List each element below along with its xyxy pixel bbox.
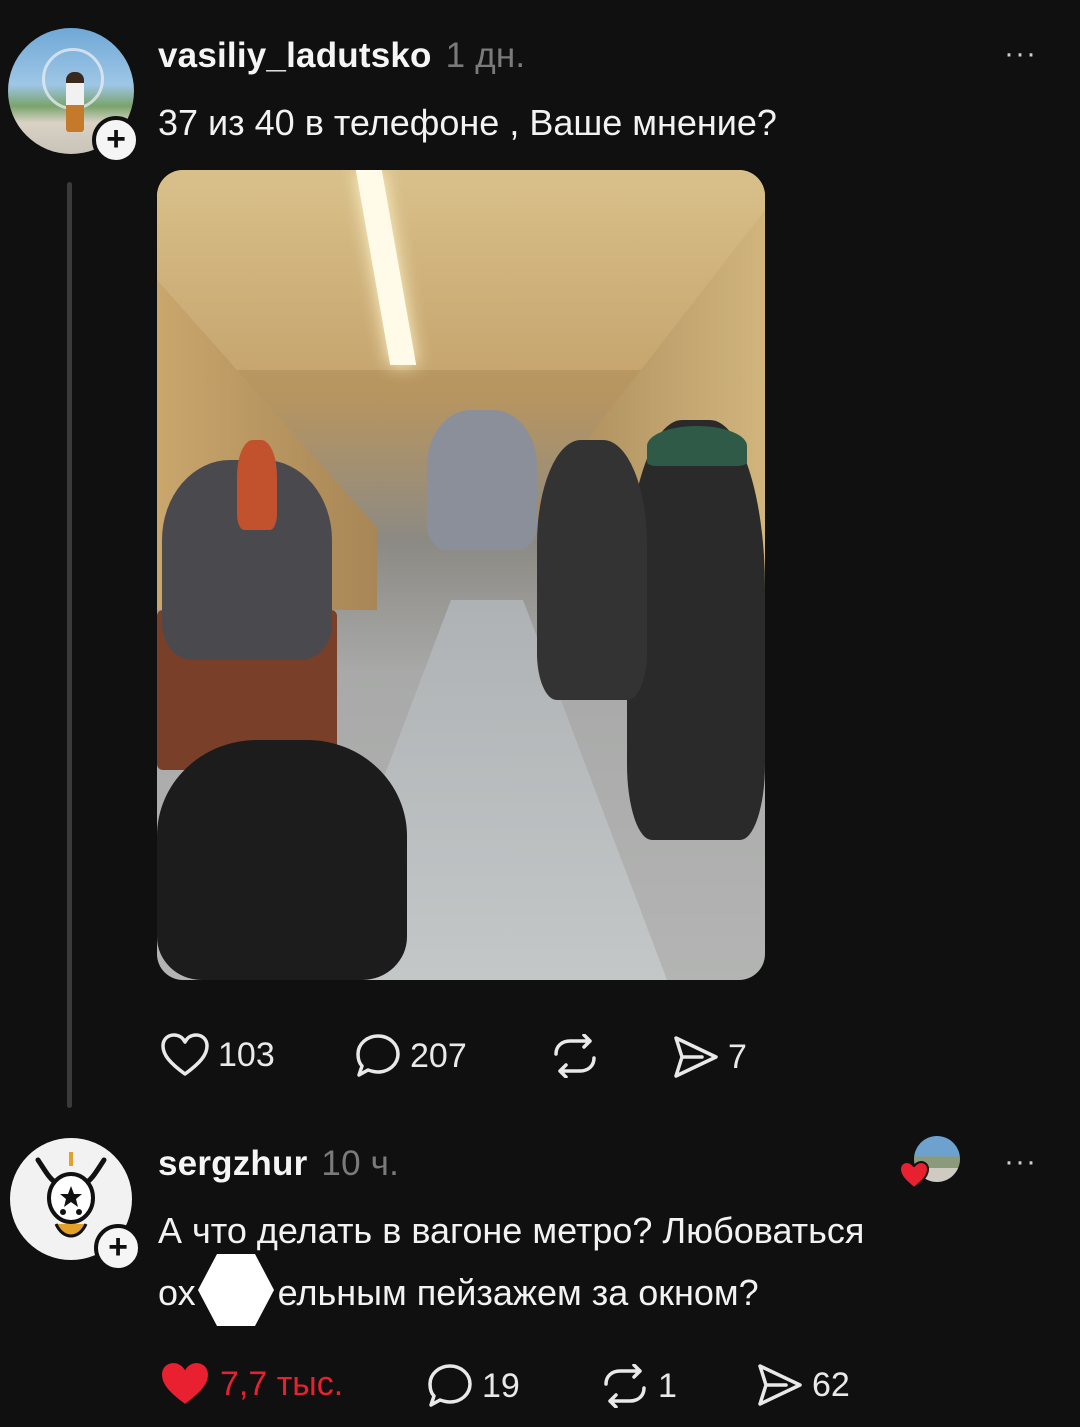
reply-text-prefix: ох: [158, 1272, 196, 1313]
reply-share-button[interactable]: 62: [756, 1362, 850, 1408]
reply-comment-count: 19: [482, 1366, 520, 1405]
comment-icon: [356, 1034, 400, 1077]
reply-like-button[interactable]: 7,7 тыс.: [158, 1360, 343, 1408]
post-username[interactable]: vasiliy_ladutsko: [158, 36, 432, 75]
post-share-count: 7: [728, 1037, 747, 1076]
post-photo[interactable]: [157, 170, 765, 980]
repost-icon: [604, 1364, 646, 1408]
post-comment-count: 207: [410, 1036, 467, 1075]
post-like-button[interactable]: 103: [160, 1032, 275, 1078]
post-more-icon[interactable]: ···: [1004, 39, 1037, 69]
reply-text-line1: А что делать в вагоне метро? Любоваться: [158, 1210, 865, 1251]
reply-more-icon[interactable]: ···: [1004, 1147, 1037, 1177]
comment-icon: [428, 1364, 472, 1407]
post-repost-button[interactable]: [550, 1034, 608, 1078]
thread-line: [67, 182, 72, 1108]
reply-text-suffix: ельным пейзажем за окном?: [277, 1272, 759, 1313]
reply-comment-button[interactable]: 19: [426, 1362, 520, 1410]
post-author-name[interactable]: vasiliy_ladutsko 1 дн.: [158, 36, 525, 76]
photo-passenger: [237, 440, 277, 530]
photo-passenger: [537, 440, 647, 700]
reply-like-count: 7,7 тыс.: [220, 1364, 344, 1403]
reply-username[interactable]: sergzhur: [158, 1144, 307, 1183]
reply-share-count: 62: [812, 1365, 850, 1404]
post-time: 1 дн.: [445, 36, 526, 75]
avatar-person-figure: [66, 72, 84, 132]
reply-repost-count: 1: [658, 1366, 677, 1405]
follow-plus-icon[interactable]: +: [94, 1224, 142, 1272]
photo-passenger: [427, 410, 537, 550]
reply-author-name[interactable]: sergzhur 10 ч.: [158, 1144, 399, 1184]
photo-passenger-cap: [647, 426, 747, 466]
repost-icon: [554, 1034, 596, 1078]
post-share-button[interactable]: 7: [672, 1034, 747, 1080]
post-text: 37 из 40 в телефоне , Ваше мнение?: [158, 102, 777, 143]
liked-by-author-heart-icon: [898, 1160, 930, 1190]
photo-passenger: [627, 420, 765, 840]
share-icon: [674, 1036, 718, 1078]
heart-icon: [161, 1033, 209, 1076]
follow-plus-icon[interactable]: +: [92, 116, 140, 164]
photo-passenger: [157, 740, 407, 980]
censor-mark: [198, 1254, 274, 1326]
share-icon: [758, 1364, 802, 1406]
reply-repost-button[interactable]: 1: [600, 1364, 677, 1408]
heart-filled-icon: [162, 1363, 208, 1404]
post-like-count: 103: [218, 1035, 275, 1074]
reply-time: 10 ч.: [321, 1144, 400, 1183]
post-comment-button[interactable]: 207: [354, 1032, 467, 1080]
